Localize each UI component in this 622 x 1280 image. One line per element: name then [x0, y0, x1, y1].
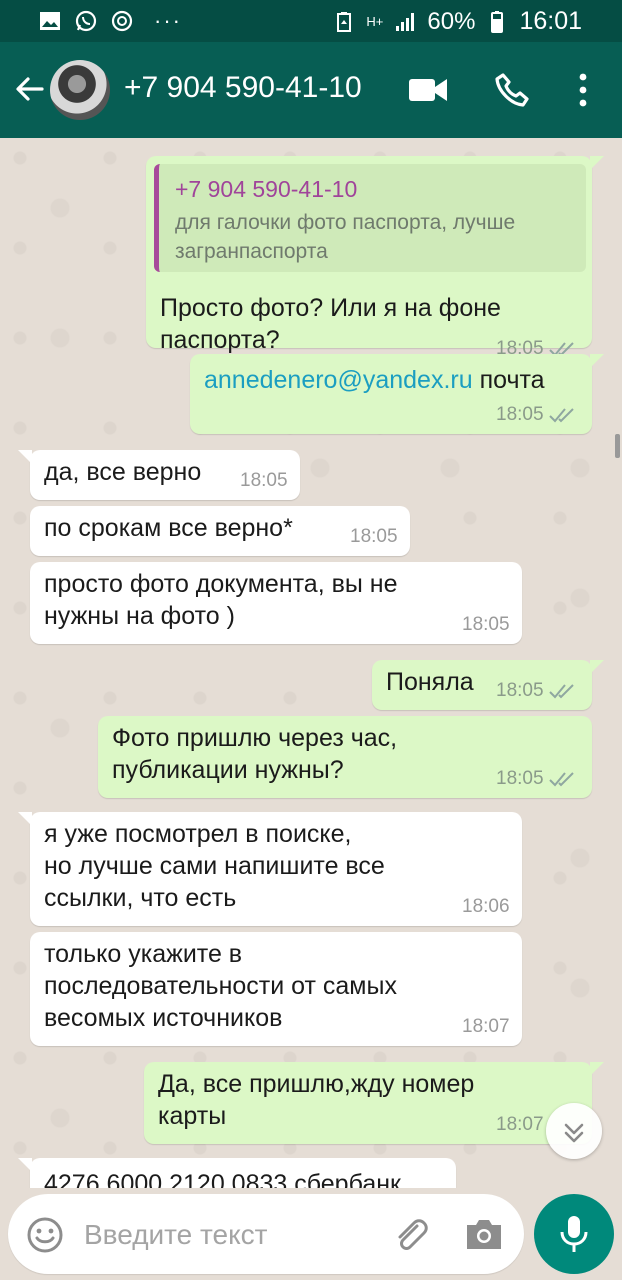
message-text-line: последовательности от самых — [44, 972, 397, 1000]
status-time: 16:01 — [519, 7, 582, 35]
quoted-message[interactable]: +7 904 590-41-10 для галочки фото паспор… — [154, 164, 586, 272]
message-time: 18:05 — [496, 680, 544, 701]
double-chevron-down-icon — [564, 1123, 584, 1143]
message-bubble-incoming[interactable]: просто фото документа, вы не нужны на фо… — [30, 562, 522, 644]
message-time: 18:07 — [462, 1016, 510, 1037]
bubble-tail — [590, 1062, 604, 1076]
message-text-line: просто фото документа, вы не — [44, 570, 398, 598]
scroll-to-bottom-button[interactable] — [546, 1103, 602, 1159]
contact-name[interactable]: +7 904 590-41-10 — [124, 71, 362, 105]
bubble-tail — [18, 1158, 32, 1172]
emoji-icon[interactable] — [26, 1216, 64, 1254]
double-check-icon — [548, 408, 574, 423]
back-arrow-icon[interactable] — [12, 72, 46, 106]
message-text-line: Просто фото? Или я на фоне — [160, 294, 501, 322]
quoted-sender: +7 904 590-41-10 — [175, 176, 358, 202]
message-text-line: я уже посмотрел в поиске, — [44, 820, 352, 848]
message-text-line: публикации нужны? — [112, 756, 344, 784]
message-text-line: Да, все пришлю,жду номер — [158, 1070, 475, 1098]
message-text-line: только укажите в — [44, 940, 243, 968]
message-text: 4276 6000 2120 0833 сбербанк — [44, 1170, 401, 1188]
signal-icon — [396, 12, 415, 31]
status-bar: ··· H+ 60% 16:01 — [0, 0, 622, 42]
message-time: 18:06 — [462, 896, 510, 917]
camera-icon[interactable] — [464, 1216, 504, 1252]
message-time: 18:05 — [350, 526, 398, 547]
message-meta: 18:05 — [496, 768, 576, 790]
message-text-line: но лучше сами напишите все — [44, 852, 385, 880]
message-text-line: Фото пришлю через час, — [112, 724, 398, 752]
message-text-line: нужны на фото ) — [44, 602, 235, 630]
message-meta: 18:05 — [496, 680, 576, 702]
more-vert-icon[interactable] — [576, 72, 590, 108]
chat-area[interactable]: +7 904 590-41-10 для галочки фото паспор… — [0, 138, 622, 1188]
message-meta: 18:05 — [240, 470, 288, 492]
battery-saver-icon — [337, 11, 352, 32]
message-bubble-incoming[interactable]: да, все верно 18:05 — [18, 450, 300, 500]
message-meta: 18:06 — [462, 896, 510, 918]
message-text-suffix: почта — [472, 366, 545, 394]
message-input-container[interactable]: Введите текст — [8, 1194, 524, 1274]
scroll-handle[interactable] — [615, 434, 620, 458]
bubble-tail — [590, 156, 604, 170]
message-time: 18:05 — [240, 470, 288, 491]
message-meta: 18:07 — [496, 1114, 544, 1136]
message-time: 18:05 — [462, 614, 510, 635]
bubble-tail — [590, 354, 604, 368]
message-bubble-outgoing[interactable]: annedenero@yandex.ru почта 18:05 — [190, 354, 604, 434]
message-text-line: паспорта? — [160, 326, 280, 354]
video-call-icon[interactable] — [408, 76, 448, 104]
message-text: по срокам все верно* — [44, 514, 293, 542]
bubble-tail — [18, 812, 32, 826]
message-text: annedenero@yandex.ru почта — [204, 364, 545, 397]
message-bubble-outgoing[interactable]: Поняла 18:05 — [372, 660, 604, 710]
message-meta: 18:05 — [496, 404, 576, 426]
avatar[interactable] — [50, 60, 110, 120]
phone-icon[interactable] — [494, 72, 530, 108]
message-text: да, все верно — [44, 458, 202, 486]
message-text-line: карты — [158, 1102, 227, 1130]
compose-bar: Введите текст — [0, 1188, 622, 1280]
message-meta: 18:05 — [350, 526, 398, 548]
gallery-notification-icon — [40, 12, 60, 30]
double-check-icon — [548, 772, 574, 787]
bubble-tail — [18, 450, 32, 464]
network-type: H+ — [366, 13, 384, 29]
message-bubble-outgoing[interactable]: Фото пришлю через час, публикации нужны?… — [98, 716, 592, 798]
chat-header: +7 904 590-41-10 — [0, 42, 622, 138]
message-bubble-outgoing[interactable]: Да, все пришлю,жду номер карты 18:07 — [144, 1062, 604, 1144]
battery-icon — [491, 10, 504, 33]
message-text-line: ссылки, что есть — [44, 884, 237, 912]
double-check-icon — [548, 684, 574, 699]
message-bubble-incoming[interactable]: я уже посмотрел в поиске, но лучше сами … — [18, 812, 522, 926]
message-meta: 18:07 — [462, 1016, 510, 1038]
quoted-text: для галочки фото паспорта, лучше загранп… — [175, 211, 516, 263]
message-time: 18:07 — [496, 1114, 544, 1135]
message-text: Поняла — [386, 668, 474, 696]
message-time: 18:05 — [496, 768, 544, 789]
battery-percent: 60% — [427, 7, 476, 35]
message-text-line: весомых источников — [44, 1004, 283, 1032]
attach-clip-icon[interactable] — [390, 1214, 430, 1254]
message-bubble-incoming[interactable]: только укажите в последовательности от с… — [30, 932, 522, 1046]
message-input[interactable]: Введите текст — [84, 1219, 268, 1251]
message-time: 18:05 — [496, 404, 544, 425]
message-bubble-incoming[interactable]: 4276 6000 2120 0833 сбербанк — [18, 1158, 456, 1188]
sync-notification-icon — [111, 10, 133, 32]
email-link[interactable]: annedenero@yandex.ru — [204, 366, 473, 394]
message-bubble-incoming[interactable]: по срокам все верно* 18:05 — [30, 506, 410, 556]
whatsapp-notification-icon — [75, 10, 97, 32]
microphone-icon — [560, 1216, 588, 1252]
voice-message-button[interactable] — [534, 1194, 614, 1274]
bubble-tail — [590, 660, 604, 674]
message-bubble-outgoing[interactable]: +7 904 590-41-10 для галочки фото паспор… — [146, 156, 604, 359]
more-notifications-icon: ··· — [154, 8, 182, 33]
message-meta: 18:05 — [462, 614, 510, 636]
